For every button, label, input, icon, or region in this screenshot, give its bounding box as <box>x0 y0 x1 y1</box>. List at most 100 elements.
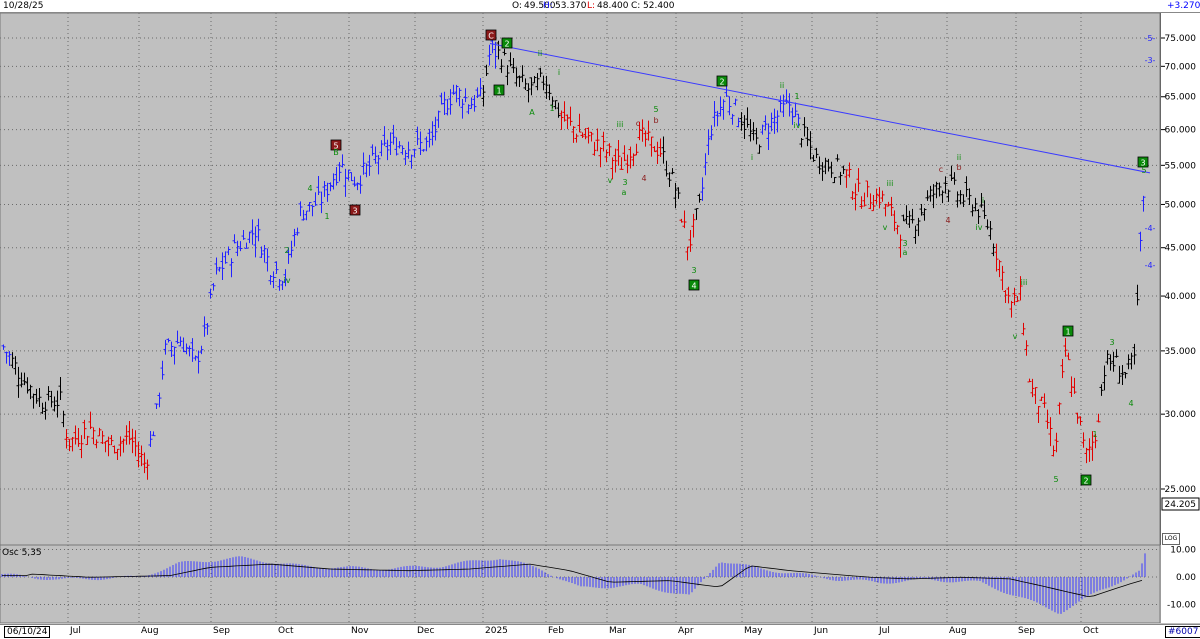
month-label: May <box>744 626 763 636</box>
wave-label: iv <box>284 276 291 285</box>
wave-label: a <box>622 188 627 197</box>
wave-label: iv <box>976 223 983 232</box>
price-tick-label: 75.000 <box>1165 34 1197 44</box>
month-label: Oct <box>278 626 294 636</box>
wave-label: 3 <box>691 266 696 275</box>
price-tick-label: 40.000 <box>1165 292 1197 302</box>
wave-label: 1 <box>1092 430 1097 439</box>
osc-tick-label: 0.00 <box>1176 573 1196 583</box>
wave-label: 3 <box>352 207 357 216</box>
quote-header: 10/28/25 O: 49.500 H: 53.370 L: 48.400 C… <box>0 0 1200 13</box>
oscillator-panel: 10.00 0.00 -10.00 <box>0 545 1200 623</box>
low-label: L: <box>587 1 596 11</box>
wave-label: v <box>1013 332 1018 341</box>
target-label: -4- <box>1145 261 1156 270</box>
plot-background <box>0 13 1160 545</box>
wave-label: ii <box>780 81 784 90</box>
wave-label: 1 <box>324 212 329 221</box>
osc-tick-label: -10.00 <box>1167 601 1196 611</box>
month-label: Sep <box>1018 626 1035 636</box>
wave-label: ii <box>538 49 542 58</box>
change-value: +3.270 <box>1167 1 1200 11</box>
price-tick-label: 25.000 <box>1165 485 1197 495</box>
high-value: 53.370 <box>555 1 587 11</box>
wave-label: 4 <box>945 216 950 225</box>
price-chart[interactable]: 75.000 70.000 65.000 60.000 55.000 50.000 45.0… <box>0 13 1200 545</box>
wave-label: 2 <box>504 40 509 49</box>
wave-label: i <box>982 196 984 205</box>
wave-label: 1 <box>549 104 554 113</box>
wave-label: 4 <box>1128 399 1133 408</box>
wave-label: 2 <box>284 246 289 255</box>
log-scale-button[interactable]: LOG <box>1162 533 1180 545</box>
price-tick-label: 50.000 <box>1165 200 1197 210</box>
month-label: Feb <box>548 626 564 636</box>
wave-label: 5 <box>1141 166 1146 175</box>
price-tick-label: 35.000 <box>1165 347 1197 357</box>
wave-label: c <box>636 119 640 128</box>
close-label: C: <box>631 1 641 11</box>
price-tick-label: 70.000 <box>1165 62 1197 72</box>
month-label: Jul <box>879 626 890 636</box>
wave-label: i <box>558 68 560 77</box>
chart-window: { "header": { "date": "10/28/25", "open_… <box>0 0 1200 639</box>
wave-label: C <box>488 32 494 41</box>
month-label: Apr <box>678 626 694 636</box>
wave-label: ii <box>957 153 961 162</box>
wave-label: 2 <box>1083 477 1088 486</box>
month-label: Jul <box>70 626 81 636</box>
month-label: Oct <box>1083 626 1099 636</box>
wave-label: b <box>653 116 658 125</box>
wave-label: 1 <box>1065 328 1070 337</box>
wave-label: v <box>883 223 888 232</box>
target-label: -4- <box>1145 224 1156 233</box>
price-tick-label: 55.000 <box>1165 161 1197 171</box>
month-label: Mar <box>609 626 626 636</box>
month-label: Sep <box>213 626 230 636</box>
target-label: -5- <box>1145 34 1156 43</box>
wave-label: 2 <box>719 78 724 87</box>
target-label: -3- <box>1145 56 1156 65</box>
last-price-label: 24.205 <box>1165 500 1197 510</box>
price-tick-label: 30.000 <box>1165 410 1197 420</box>
month-label: Nov <box>351 626 369 636</box>
wave-label: 5 <box>1053 475 1058 484</box>
wave-label: A <box>529 108 535 117</box>
wave-label: iii <box>887 179 894 188</box>
low-value: 48.400 <box>597 1 629 11</box>
wave-label: 3 <box>1109 338 1114 347</box>
wave-label: c <box>939 165 943 174</box>
wave-label: a <box>903 248 908 257</box>
wave-label: iv <box>794 121 801 130</box>
wave-label: 3 <box>622 178 627 187</box>
month-label: Aug <box>949 626 967 636</box>
wave-label: B <box>333 148 339 157</box>
wave-label: 4 <box>641 174 646 183</box>
osc-scale <box>1161 545 1200 623</box>
month-label: Jun <box>814 626 829 636</box>
bar-count: #6007 <box>1165 626 1200 638</box>
oscillator-title: Osc 5,35 <box>2 548 42 558</box>
wave-label: 5 <box>653 105 658 114</box>
wave-label: iii <box>617 120 624 129</box>
price-tick-label: 60.000 <box>1165 126 1197 136</box>
price-tick-label: 45.000 <box>1165 244 1197 254</box>
close-value: 52.400 <box>643 1 675 11</box>
month-label: Dec <box>417 626 435 636</box>
start-date: 06/10/24 <box>4 626 51 638</box>
month-label: Aug <box>141 626 159 636</box>
open-label: O: <box>512 1 522 11</box>
osc-tick-label: 10.00 <box>1170 546 1196 556</box>
wave-label: 4 <box>307 184 312 193</box>
high-label: H: <box>543 1 553 11</box>
wave-label: b <box>956 163 961 172</box>
price-tick-label: 65.000 <box>1165 93 1197 103</box>
wave-label: 1 <box>496 87 501 96</box>
wave-label: iii <box>1021 278 1028 287</box>
wave-label: 1 <box>794 92 799 101</box>
wave-label: v <box>608 176 613 185</box>
wave-label: 3 <box>902 239 907 248</box>
wave-label: i <box>751 153 753 162</box>
quote-date: 10/28/25 <box>3 1 44 11</box>
wave-label: 4 <box>691 282 696 291</box>
